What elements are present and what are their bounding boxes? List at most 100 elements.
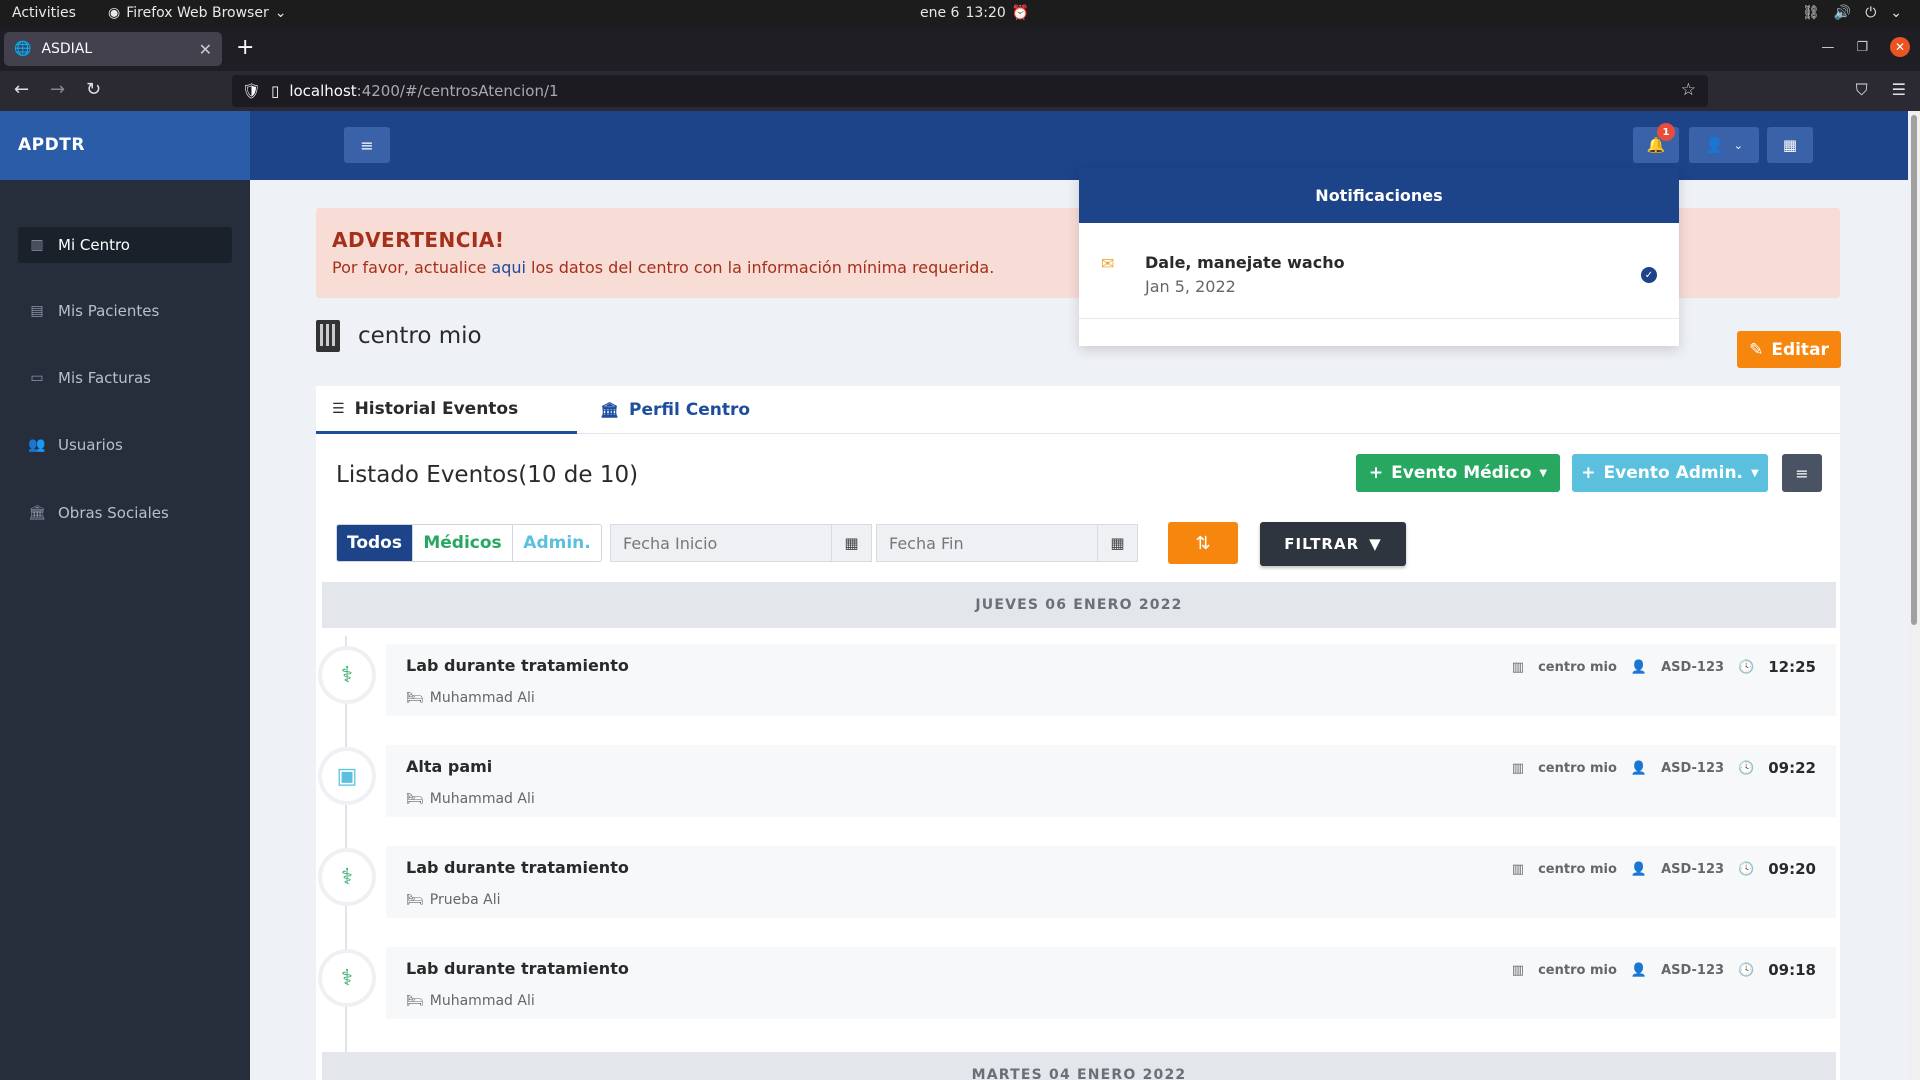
forward-icon[interactable]: → — [50, 79, 65, 100]
calendar-icon[interactable]: ▦ — [831, 525, 871, 561]
sort-button[interactable]: ⇅ — [1168, 522, 1238, 564]
day-header: JUEVES 06 ENERO 2022 — [322, 582, 1836, 628]
close-window-icon[interactable]: ✕ — [1890, 37, 1910, 57]
event-meta: ▥ centro mio 👤 ASD-123 🕓 12:25 — [1512, 658, 1816, 676]
event-row[interactable]: Lab durante tratamiento 🛏 Muhammad Ali ▥ c… — [386, 644, 1836, 716]
caret-down-icon: ▼ — [1751, 467, 1759, 479]
funnel-icon: ▼ — [1369, 535, 1382, 553]
event-patient: 🛏 Prueba Ali — [406, 892, 501, 908]
mark-read-check-icon[interactable]: ✓ — [1641, 267, 1657, 283]
clock-date: ene 6 — [920, 5, 960, 21]
table-view-button[interactable]: ▦ — [1767, 127, 1813, 163]
browser-tab[interactable]: 🌐 ASDIAL ✕ — [4, 32, 222, 66]
filter-button-label: FILTRAR — [1284, 535, 1360, 553]
user-icon: 👤 — [1630, 659, 1648, 675]
add-admin-event-label: Evento Admin. — [1603, 463, 1744, 483]
browser-tab-title: ASDIAL — [41, 41, 93, 57]
table-icon: ▦ — [1782, 136, 1798, 154]
menu-icon[interactable]: ☰ — [1892, 80, 1906, 100]
event-code: ASD-123 — [1661, 659, 1725, 675]
tab-historial-eventos[interactable]: ☰ Historial Eventos — [316, 386, 577, 434]
shield-icon: 🛡 — [242, 82, 262, 100]
tab-bar: ☰ Historial Eventos 🏛 Perfil Centro — [316, 386, 1840, 434]
reload-icon[interactable]: ↻ — [86, 79, 101, 100]
bed-icon: 🛏 — [406, 993, 424, 1009]
filter-admin[interactable]: Admin. — [513, 525, 601, 561]
page-icon: ▯ — [271, 82, 280, 100]
filter-button[interactable]: FILTRAR ▼ — [1260, 522, 1406, 566]
add-medical-event-label: Evento Médico — [1391, 463, 1532, 483]
url-bar[interactable]: 🛡 ▯ localhost:4200/#/centrosAtencion/1 ☆ — [232, 75, 1708, 107]
sidebar-item-mis-pacientes[interactable]: ▤ Mis Pacientes — [18, 293, 232, 329]
notification-date: Jan 5, 2022 — [1145, 277, 1236, 296]
back-icon[interactable]: ← — [14, 79, 29, 100]
building-icon: ▥ — [30, 237, 44, 253]
building-icon: ▥ — [1511, 861, 1525, 877]
sidebar-toggle-button[interactable]: ≡ — [344, 127, 390, 163]
edit-button[interactable]: ✎ Editar — [1737, 331, 1841, 368]
activities-button[interactable]: Activities — [12, 5, 76, 21]
events-list-title: Listado Eventos(10 de 10) — [336, 462, 639, 488]
update-link[interactable]: aqui — [491, 258, 526, 277]
clock-icon: 🕓 — [1738, 861, 1755, 877]
close-tab-icon[interactable]: ✕ — [199, 40, 212, 59]
restore-icon[interactable]: ❐ — [1856, 40, 1868, 55]
pocket-icon[interactable]: ⛉ — [1856, 80, 1868, 100]
sidebar-item-usuarios[interactable]: 👥 Usuarios — [18, 427, 232, 463]
scrollbar-thumb[interactable] — [1911, 115, 1917, 625]
brand-logo[interactable]: APDTR — [0, 111, 250, 180]
add-admin-event-button[interactable]: + Evento Admin. ▼ — [1572, 454, 1768, 492]
user-icon: 👤 — [1630, 962, 1648, 978]
bookmark-star-icon[interactable]: ☆ — [1681, 80, 1696, 100]
notification-item[interactable]: ✉ Dale, manejate wacho Jan 5, 2022 ✓ — [1079, 223, 1679, 319]
alarm-icon: ⏰ — [1011, 5, 1030, 21]
alert-text-before: Por favor, actualice — [332, 258, 492, 277]
bank-icon: 🏛 — [600, 401, 620, 419]
app-menu-label: Firefox Web Browser — [126, 5, 269, 21]
sidebar-item-mi-centro[interactable]: ▥ Mi Centro — [18, 227, 232, 263]
event-patient: 🛏 Muhammad Ali — [406, 690, 535, 706]
event-row[interactable]: Alta pami 🛏 Muhammad Ali ▥ centro mio 👤 ASD… — [386, 745, 1836, 817]
add-medical-event-button[interactable]: + Evento Médico ▼ — [1356, 454, 1560, 492]
notifications-header: Notificaciones — [1079, 168, 1679, 223]
user-menu-button[interactable]: 👤 ⌄ — [1689, 127, 1759, 163]
event-meta: ▥ centro mio 👤 ASD-123 🕓 09:18 — [1512, 961, 1816, 979]
new-tab-button[interactable]: + — [236, 37, 254, 59]
building-icon: ▥ — [1511, 962, 1525, 978]
filter-todos[interactable]: Todos — [337, 525, 413, 561]
page-title: centro mio — [316, 320, 482, 352]
event-row[interactable]: Lab durante tratamiento 🛏 Muhammad Ali ▥ c… — [386, 947, 1836, 1019]
stethoscope-icon: ⚕ — [322, 852, 372, 902]
envelope-icon: ✉ — [1101, 254, 1115, 273]
power-icon: ⏻ — [1865, 5, 1877, 21]
fecha-fin-field[interactable]: Fecha Fin ▦ — [876, 524, 1138, 562]
event-center: centro mio — [1538, 659, 1617, 675]
notification-count-badge: 1 — [1657, 123, 1675, 141]
app-menu[interactable]: ◉ Firefox Web Browser ⌄ — [108, 5, 286, 21]
browser-tab-bar: 🌐 ASDIAL ✕ + — ❐ ✕ — [0, 27, 1920, 71]
clock[interactable]: ene 6 13:20 ⏰ — [920, 5, 1029, 21]
browser-toolbar-icons: ⛉ ☰ — [1856, 80, 1906, 100]
network-icon: ⛓ — [1801, 5, 1820, 21]
list-options-button[interactable]: ≡ — [1782, 454, 1822, 492]
tab-perfil-centro[interactable]: 🏛 Perfil Centro — [584, 386, 750, 434]
sidebar-item-mis-facturas[interactable]: ▭ Mis Facturas — [18, 360, 232, 396]
event-patient: 🛏 Muhammad Ali — [406, 791, 535, 807]
minimize-icon[interactable]: — — [1821, 40, 1834, 55]
sidebar-item-label: Obras Sociales — [58, 504, 169, 522]
fecha-inicio-field[interactable]: Fecha Inicio ▦ — [610, 524, 872, 562]
event-row[interactable]: Lab durante tratamiento 🛏 Prueba Ali ▥ cen… — [386, 846, 1836, 918]
patient-name: Muhammad Ali — [429, 791, 535, 807]
edit-button-label: Editar — [1771, 339, 1829, 360]
user-icon: 👤 — [1630, 861, 1648, 877]
sidebar-item-obras-sociales[interactable]: 🏛 Obras Sociales — [18, 495, 232, 531]
user-icon: 👤 — [1630, 760, 1648, 776]
event-center: centro mio — [1538, 861, 1617, 877]
filter-medicos[interactable]: Médicos — [413, 525, 513, 561]
notifications-button[interactable]: 🔔 1 — [1633, 123, 1679, 163]
page-scrollbar[interactable] — [1908, 111, 1920, 1080]
window-controls: — ❐ ✕ — [1821, 37, 1910, 57]
system-tray[interactable]: ⛓ 🔊 ⏻ ⌄ — [1802, 5, 1902, 21]
fecha-inicio-placeholder: Fecha Inicio — [623, 533, 718, 553]
calendar-icon[interactable]: ▦ — [1097, 525, 1137, 561]
